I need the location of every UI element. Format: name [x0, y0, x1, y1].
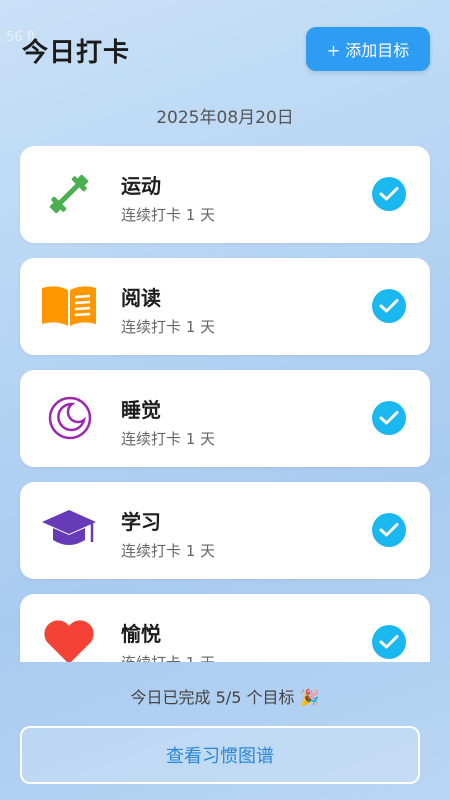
- check-icon[interactable]: [372, 177, 406, 211]
- header: 今日打卡 + 添加目标: [0, 0, 450, 100]
- habit-card-study[interactable]: 学习 连续打卡 1 天: [20, 482, 430, 579]
- graduation-cap-icon: [40, 504, 98, 556]
- habit-streak: 连续打卡 1 天: [121, 318, 216, 336]
- check-icon[interactable]: [372, 289, 406, 323]
- check-icon[interactable]: [372, 401, 406, 435]
- habit-name: 学习: [121, 510, 161, 534]
- habit-card-reading[interactable]: 阅读 连续打卡 1 天: [20, 258, 430, 355]
- completion-summary: 今日已完成 5/5 个目标 🎉: [130, 688, 320, 707]
- check-icon[interactable]: [372, 513, 406, 547]
- habit-list[interactable]: 运动 连续打卡 1 天 阅读 连续打卡 1 天 睡觉 连续打卡 1 天 学习 连…: [0, 146, 450, 662]
- habit-streak: 连续打卡 1 天: [121, 542, 216, 560]
- dumbbell-icon: [40, 168, 98, 220]
- habit-name: 睡觉: [121, 398, 161, 422]
- habit-streak: 连续打卡 1 天: [121, 206, 216, 224]
- moon-icon: [40, 392, 98, 444]
- heart-icon: [40, 616, 98, 662]
- page-title: 今日打卡: [22, 38, 131, 68]
- habit-name: 运动: [121, 174, 161, 198]
- habit-card-sleep[interactable]: 睡觉 连续打卡 1 天: [20, 370, 430, 467]
- habit-streak: 连续打卡 1 天: [121, 652, 215, 662]
- current-date: 2025年08月20日: [156, 108, 294, 128]
- book-icon: [40, 280, 98, 332]
- check-icon[interactable]: [372, 625, 406, 659]
- add-goal-button[interactable]: + 添加目标: [306, 27, 430, 71]
- habit-streak: 连续打卡 1 天: [121, 430, 216, 448]
- habit-name: 愉悦: [121, 622, 161, 646]
- habit-card-exercise[interactable]: 运动 连续打卡 1 天: [20, 146, 430, 243]
- habit-name: 阅读: [121, 286, 161, 310]
- view-habit-map-button[interactable]: 查看习惯图谱: [20, 726, 420, 784]
- habit-card-joy[interactable]: 愉悦 连续打卡 1 天: [20, 594, 430, 662]
